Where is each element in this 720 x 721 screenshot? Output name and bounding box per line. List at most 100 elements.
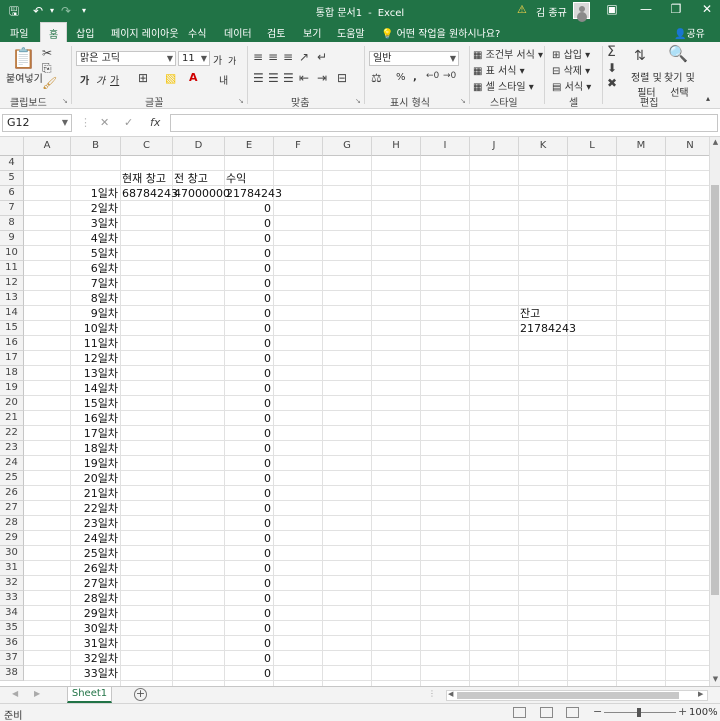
cell-B34[interactable]: 29일차 xyxy=(72,606,120,621)
cell-B6[interactable]: 1일차 xyxy=(72,186,120,201)
row-header[interactable]: 7 xyxy=(0,201,24,216)
cell-B35[interactable]: 30일차 xyxy=(72,621,120,636)
column-header[interactable]: G xyxy=(323,137,372,156)
tab-help[interactable]: 도움말 xyxy=(337,25,365,40)
cell-E33[interactable]: 0 xyxy=(226,591,273,606)
row-header[interactable]: 32 xyxy=(0,576,24,591)
worksheet-grid[interactable]: A B C D E F G H I J K L M N 4 5 6 7 8 9 10 11 12 13 14 15 16 17 18 19… xyxy=(0,137,709,686)
tab-file[interactable]: 파일 xyxy=(10,25,28,40)
cancel-entry-icon[interactable]: ✕ xyxy=(100,116,109,129)
number-dialog-launcher[interactable]: ↘ xyxy=(460,97,466,105)
confirm-entry-icon[interactable]: ✓ xyxy=(124,116,133,129)
cell-B38[interactable]: 33일차 xyxy=(72,666,120,681)
cell-B20[interactable]: 15일차 xyxy=(72,396,120,411)
grow-font-button[interactable]: 가 xyxy=(213,52,222,67)
row-header[interactable]: 4 xyxy=(0,156,24,171)
cell-B13[interactable]: 8일차 xyxy=(72,291,120,306)
cell-E21[interactable]: 0 xyxy=(226,411,273,426)
column-header[interactable]: I xyxy=(421,137,470,156)
column-header[interactable]: E xyxy=(225,137,274,156)
cell-E17[interactable]: 0 xyxy=(226,351,273,366)
orientation-icon[interactable]: ↗ xyxy=(299,50,309,64)
cell-B17[interactable]: 12일차 xyxy=(72,351,120,366)
clear-icon[interactable]: ✖ xyxy=(607,76,617,90)
comma-style-button[interactable]: , xyxy=(413,72,417,83)
autosum-icon[interactable]: Σ xyxy=(607,44,616,60)
cell-E37[interactable]: 0 xyxy=(226,651,273,666)
tab-view[interactable]: 보기 xyxy=(303,25,321,40)
cell-E16[interactable]: 0 xyxy=(226,336,273,351)
cell-B22[interactable]: 17일차 xyxy=(72,426,120,441)
formula-input[interactable] xyxy=(170,114,718,132)
minimize-icon[interactable]: — xyxy=(636,2,656,16)
cell-B9[interactable]: 4일차 xyxy=(72,231,120,246)
cell-B33[interactable]: 28일차 xyxy=(72,591,120,606)
cell-B14[interactable]: 9일차 xyxy=(72,306,120,321)
percent-style-button[interactable]: % xyxy=(396,72,406,83)
row-header[interactable]: 10 xyxy=(0,246,24,261)
row-header[interactable]: 35 xyxy=(0,621,24,636)
underline-button[interactable]: 가 xyxy=(110,72,119,87)
cell-B21[interactable]: 16일차 xyxy=(72,411,120,426)
row-header[interactable]: 26 xyxy=(0,486,24,501)
cell-B8[interactable]: 3일차 xyxy=(72,216,120,231)
column-header[interactable]: H xyxy=(372,137,421,156)
font-color-icon[interactable]: A xyxy=(189,71,198,84)
close-icon[interactable]: ✕ xyxy=(697,2,717,16)
share-button[interactable]: 👤공유 xyxy=(674,25,705,40)
align-top-icon[interactable]: ≡ xyxy=(253,50,263,64)
cell-B29[interactable]: 24일차 xyxy=(72,531,120,546)
row-header[interactable]: 29 xyxy=(0,531,24,546)
row-header[interactable]: 6 xyxy=(0,186,24,201)
bold-button[interactable]: 가 xyxy=(80,72,89,87)
cell-D5[interactable]: 전 창고 xyxy=(174,171,224,186)
zoom-slider[interactable] xyxy=(604,708,676,717)
cell-B27[interactable]: 22일차 xyxy=(72,501,120,516)
collapse-ribbon-icon[interactable]: ▴ xyxy=(706,94,710,103)
cell-B18[interactable]: 13일차 xyxy=(72,366,120,381)
format-cells-button[interactable]: ▤ 서식 ▾ xyxy=(552,78,591,93)
row-header[interactable]: 17 xyxy=(0,351,24,366)
user-name[interactable]: 김 종규 xyxy=(536,4,567,19)
column-header[interactable]: B xyxy=(71,137,121,156)
row-header[interactable]: 30 xyxy=(0,546,24,561)
increase-decimal-icon[interactable]: ←0 xyxy=(426,71,439,81)
cell-B31[interactable]: 26일차 xyxy=(72,561,120,576)
vertical-scrollbar[interactable]: ▲ ▼ xyxy=(709,137,720,686)
cell-E14[interactable]: 0 xyxy=(226,306,273,321)
insert-cells-button[interactable]: ⊞ 삽입 ▾ xyxy=(552,46,590,61)
column-header[interactable]: K xyxy=(519,137,568,156)
cell-E6[interactable]: 21784243 xyxy=(226,186,282,201)
alignment-dialog-launcher[interactable]: ↘ xyxy=(355,97,361,105)
fill-icon[interactable]: ⬇ xyxy=(607,61,617,75)
cell-E9[interactable]: 0 xyxy=(226,231,273,246)
font-size-combo[interactable]: 11 ▼ xyxy=(178,51,210,66)
cell-C6[interactable]: 68784243 xyxy=(122,186,178,201)
tab-formulas[interactable]: 수식 xyxy=(188,25,206,40)
cell-E24[interactable]: 0 xyxy=(226,456,273,471)
cell-B30[interactable]: 25일차 xyxy=(72,546,120,561)
font-dialog-launcher[interactable]: ↘ xyxy=(238,97,244,105)
paste-button[interactable]: 붙여넣기 xyxy=(6,70,43,85)
decrease-decimal-icon[interactable]: →0 xyxy=(443,71,456,81)
row-header[interactable]: 23 xyxy=(0,441,24,456)
cell-E8[interactable]: 0 xyxy=(226,216,273,231)
cell-K14[interactable]: 잔고 xyxy=(520,306,567,321)
format-painter-icon[interactable]: 🖌 xyxy=(42,76,57,90)
cell-B23[interactable]: 18일차 xyxy=(72,441,120,456)
tab-home[interactable]: 홈 xyxy=(40,22,68,42)
cell-B10[interactable]: 5일차 xyxy=(72,246,120,261)
tab-data[interactable]: 데이터 xyxy=(224,25,252,40)
column-header[interactable]: M xyxy=(617,137,666,156)
row-header[interactable]: 31 xyxy=(0,561,24,576)
column-header[interactable]: A xyxy=(24,137,71,156)
italic-button[interactable]: 가 xyxy=(96,72,105,87)
vertical-scroll-thumb[interactable] xyxy=(711,185,719,595)
cell-E11[interactable]: 0 xyxy=(226,261,273,276)
cell-B15[interactable]: 10일차 xyxy=(72,321,120,336)
cell-styles-button[interactable]: ▦ 셀 스타일 ▾ xyxy=(473,78,534,93)
row-header[interactable]: 36 xyxy=(0,636,24,651)
horizontal-scroll-thumb[interactable] xyxy=(457,692,679,699)
row-header[interactable]: 22 xyxy=(0,426,24,441)
row-header[interactable]: 21 xyxy=(0,411,24,426)
